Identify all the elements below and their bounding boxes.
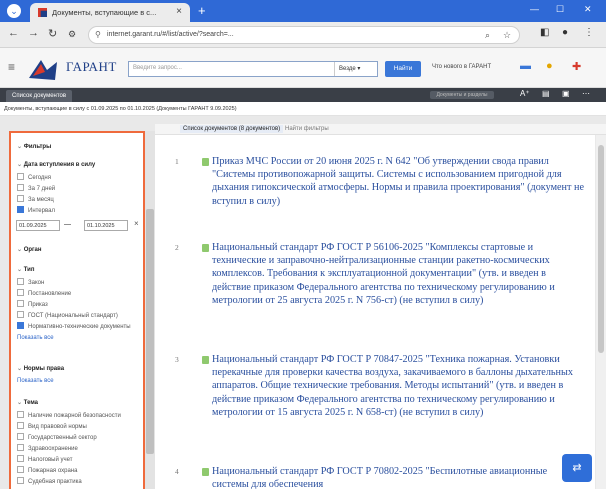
document-icon xyxy=(202,468,209,476)
site-info-icon[interactable]: ⚙ xyxy=(68,29,76,40)
search-button[interactable]: Найти xyxy=(385,61,421,77)
filter-option[interactable]: За месяц xyxy=(17,195,54,203)
clear-date-icon[interactable]: × xyxy=(134,219,139,228)
app-header: ≡ ГАРАНТ Введите запрос... Везде ▾ Найти… xyxy=(0,48,606,88)
app-subbar: Список документов Документы и разделы A⁺… xyxy=(0,88,606,102)
filter-group-organ[interactable]: Орган xyxy=(17,246,42,253)
forward-icon[interactable]: → xyxy=(28,27,39,39)
filters-title[interactable]: Фильтры xyxy=(17,143,52,150)
document-path: Документы, вступающие в силу с 01.09.202… xyxy=(0,102,606,116)
filter-option[interactable]: Налоговый учет xyxy=(17,455,73,463)
filter-scrollbar-thumb[interactable] xyxy=(146,209,154,454)
item-number: 1 xyxy=(175,157,179,166)
close-tab-icon[interactable]: × xyxy=(176,6,182,17)
back-icon[interactable]: ← xyxy=(8,27,19,39)
chat-icon[interactable]: ⇄ xyxy=(562,454,592,482)
norms-show-all-link[interactable]: Показать все xyxy=(17,378,54,384)
item-number: 3 xyxy=(175,355,179,364)
help-icon[interactable]: ▬ xyxy=(520,60,531,72)
garant-logo-icon[interactable] xyxy=(27,56,59,82)
filter-group-topic[interactable]: Тема xyxy=(17,399,38,406)
new-tab-icon[interactable]: + xyxy=(198,3,206,18)
sections-field[interactable]: Документы и разделы xyxy=(430,91,494,99)
filter-group-norms[interactable]: Нормы права xyxy=(17,365,64,372)
filter-option[interactable]: Сегодня xyxy=(17,173,51,181)
document-icon xyxy=(202,244,209,252)
filter-option[interactable]: ГОСТ (Национальный стандарт) xyxy=(17,311,118,319)
filter-option[interactable]: За 7 дней xyxy=(17,184,55,192)
sidebar-icon[interactable]: ◧ xyxy=(540,27,549,38)
zoom-icon[interactable]: ⌕ xyxy=(485,30,490,41)
save-icon[interactable]: ▣ xyxy=(562,89,570,98)
results-scrollbar[interactable] xyxy=(596,135,606,489)
item-title-link[interactable]: Национальный стандарт РФ ГОСТ Р 70847-20… xyxy=(212,353,585,419)
filter-panel: Фильтры Дата вступления в силу Сегодня З… xyxy=(9,131,145,489)
date-from-input[interactable]: 01.09.2025 xyxy=(16,220,60,231)
search-scope-value: Везде xyxy=(339,66,356,72)
tune-icon[interactable]: ⚲ xyxy=(95,30,101,39)
filter-scrollbar[interactable] xyxy=(145,131,155,489)
filter-option[interactable]: Закон xyxy=(17,278,44,286)
print-icon[interactable]: ▤ xyxy=(542,89,550,98)
filter-option[interactable]: Пожарная охрана xyxy=(17,466,77,474)
bookmark-star-icon[interactable]: ☆ xyxy=(503,30,511,41)
search-placeholder: Введите запрос... xyxy=(133,65,182,71)
filter-option[interactable]: Государственный сектор xyxy=(17,433,97,441)
browser-menu-icon[interactable]: ⌄ xyxy=(7,4,21,18)
settings-gear-icon[interactable]: ✚ xyxy=(572,60,581,73)
tab-documents[interactable]: Список документов (8 документов) xyxy=(180,125,284,133)
item-title-link[interactable]: Приказ МЧС России от 20 июня 2025 г. N 6… xyxy=(212,155,585,208)
document-icon xyxy=(202,356,209,364)
filter-option[interactable]: Здравоохранение xyxy=(17,444,78,452)
browser-tab-title: Документы, вступающие в с... xyxy=(52,8,157,17)
more-icon[interactable]: ⋯ xyxy=(582,89,590,98)
item-number: 4 xyxy=(175,467,179,476)
garant-favicon-icon xyxy=(38,8,47,17)
results-scrollbar-thumb[interactable] xyxy=(598,145,604,353)
search-scope-select[interactable]: Везде ▾ xyxy=(334,62,378,76)
filter-option[interactable]: Нормативно-технические документы xyxy=(17,322,131,330)
browser-toolbar: ← → ↻ ⚙ ⚲ internet.garant.ru/#/list/acti… xyxy=(0,22,606,48)
browser-tabstrip: ⌄ Документы, вступающие в с... × + — ☐ ✕ xyxy=(0,0,606,22)
item-title-link[interactable]: Национальный стандарт РФ ГОСТ Р 70802-20… xyxy=(212,465,585,489)
filter-option[interactable]: Наличие пожарной безопасности xyxy=(17,411,121,419)
date-to-input[interactable]: 01.10.2025 xyxy=(84,220,128,231)
notification-icon[interactable]: ● xyxy=(546,60,553,72)
maximize-icon[interactable]: ☐ xyxy=(556,4,564,15)
filter-option[interactable]: Приказ xyxy=(17,300,48,308)
filter-group-type[interactable]: Тип xyxy=(17,266,35,273)
filter-group-date[interactable]: Дата вступления в силу xyxy=(17,161,95,168)
item-title-link[interactable]: Национальный стандарт РФ ГОСТ Р 56106-20… xyxy=(212,241,585,307)
filter-option[interactable]: Постановление xyxy=(17,289,71,297)
doc-list-tab[interactable]: Список документов xyxy=(6,90,73,102)
font-size-icon[interactable]: A⁺ xyxy=(520,89,530,98)
profile-icon[interactable]: ● xyxy=(562,27,568,38)
filter-option[interactable]: Вид правовой нормы xyxy=(17,422,87,430)
filter-option-interval[interactable]: Интервал xyxy=(17,206,55,214)
whats-new-link[interactable]: Что нового в ГАРАНТ xyxy=(432,64,491,70)
address-bar[interactable]: ⚲ internet.garant.ru/#/list/active/?sear… xyxy=(88,26,520,44)
tab-find-filters[interactable]: Найти фильтры xyxy=(285,126,329,132)
date-range-dash: — xyxy=(64,221,71,228)
menu-icon[interactable]: ≡ xyxy=(8,60,15,74)
window-close-icon[interactable]: ✕ xyxy=(584,4,592,15)
filter-option[interactable]: Судебная практика xyxy=(17,477,82,485)
browser-tab[interactable]: Документы, вступающие в с... × xyxy=(30,3,190,22)
document-icon xyxy=(202,158,209,166)
browser-kebab-icon[interactable]: ⋮ xyxy=(584,27,594,38)
item-number: 2 xyxy=(175,243,179,252)
show-all-link[interactable]: Показать все xyxy=(17,335,54,341)
results-tabbar: Список документов (8 документов) Найти ф… xyxy=(155,124,606,135)
search-input[interactable]: Введите запрос... Везде ▾ xyxy=(128,61,378,77)
address-url: internet.garant.ru/#/list/active/?search… xyxy=(107,31,234,38)
minimize-icon[interactable]: — xyxy=(530,4,539,14)
reload-icon[interactable]: ↻ xyxy=(48,27,57,40)
results-list: 1 Приказ МЧС России от 20 июня 2025 г. N… xyxy=(155,135,595,489)
garant-logo-text[interactable]: ГАРАНТ xyxy=(66,59,117,75)
